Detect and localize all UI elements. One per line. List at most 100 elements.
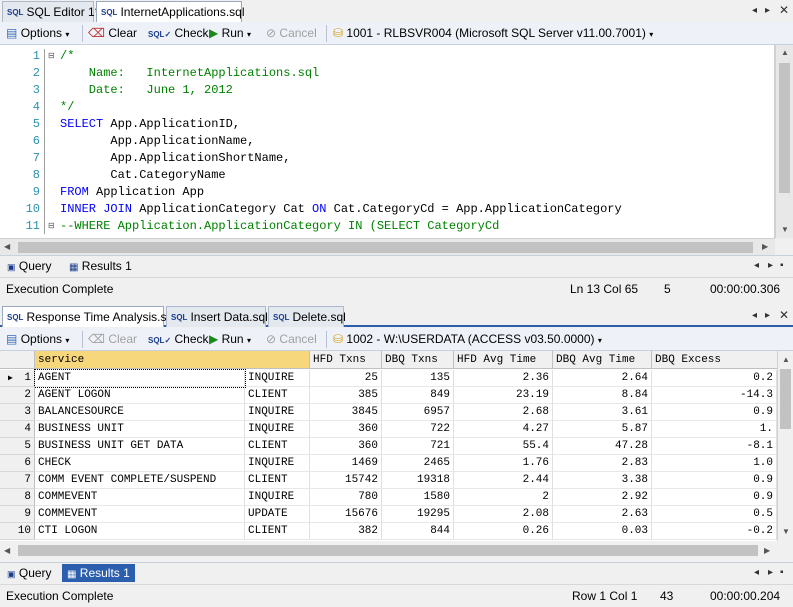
tab-scroll-right-icon[interactable]: ▸	[768, 567, 773, 578]
scroll-right-icon[interactable]: ▶	[762, 242, 768, 251]
scroll-down-icon[interactable]: ▼	[781, 225, 789, 234]
row-number[interactable]: 8	[0, 489, 35, 506]
check-button[interactable]: SQL✓ Check	[148, 25, 209, 42]
connection-selector[interactable]: ⛁ 1002 - W:\USERDATA (ACCESS v03.50.0000…	[333, 331, 602, 348]
cell-type[interactable]: INQUIRE	[245, 404, 310, 421]
cell-service[interactable]: BUSINESS UNIT GET DATA	[35, 438, 245, 455]
row-number[interactable]: 4	[0, 421, 35, 438]
cell-type[interactable]: INQUIRE	[245, 489, 310, 506]
scroll-thumb[interactable]	[18, 545, 758, 556]
clear-button[interactable]: ⌫ Clear	[88, 331, 137, 348]
row-number[interactable]: 10	[0, 523, 35, 540]
scroll-thumb[interactable]	[18, 242, 753, 253]
cell-hfd-txns[interactable]: 360	[310, 438, 382, 455]
tab-scroll-right-icon[interactable]: ▸	[768, 260, 773, 271]
cell-dbq-txns[interactable]: 721	[382, 438, 454, 455]
tab-sql-editor-1[interactable]: SQL SQL Editor 1*	[2, 1, 99, 22]
cell-hfd-txns[interactable]: 15676	[310, 506, 382, 523]
row-number[interactable]: 2	[0, 387, 35, 404]
cell-hfd-txns[interactable]: 360	[310, 421, 382, 438]
cell-dbq-avg-time[interactable]: 0.03	[553, 523, 652, 540]
scroll-up-icon[interactable]: ▲	[782, 355, 790, 364]
cell-service[interactable]: AGENT LOGON	[35, 387, 245, 404]
cell-hfd-txns[interactable]: 1469	[310, 455, 382, 472]
cancel-button[interactable]: ⊘ Cancel	[266, 331, 317, 348]
cell-dbq-txns[interactable]: 844	[382, 523, 454, 540]
cell-dbq-txns[interactable]: 1580	[382, 489, 454, 506]
row-number[interactable]: 7	[0, 472, 35, 489]
cell-hfd-txns[interactable]: 3845	[310, 404, 382, 421]
tab-query[interactable]: ▣ Query	[2, 257, 57, 275]
collapse-icon[interactable]: ⊟	[48, 221, 55, 230]
cell-dbq-avg-time[interactable]: 3.38	[553, 472, 652, 489]
cell-dbq-excess[interactable]: 0.9	[652, 489, 777, 506]
cell-dbq-txns[interactable]: 722	[382, 421, 454, 438]
close-icon[interactable]: ▪	[780, 260, 784, 271]
cell-hfd-avg-time[interactable]: 2.36	[454, 370, 553, 387]
grid-horizontal-scrollbar[interactable]: ◀ ▶	[0, 541, 793, 561]
scroll-thumb[interactable]	[779, 63, 790, 193]
options-button[interactable]: ▤ Options ▾	[6, 331, 69, 348]
clear-button[interactable]: ⌫ Clear	[88, 25, 137, 42]
cancel-button[interactable]: ⊘ Cancel	[266, 25, 317, 42]
tab-scroll-right-icon[interactable]: ▸	[765, 5, 770, 16]
cell-hfd-txns[interactable]: 25	[310, 370, 382, 387]
tab-insert-data[interactable]: SQL Insert Data.sql	[166, 306, 268, 327]
tab-results-1[interactable]: ▦ Results 1	[64, 257, 137, 275]
cell-dbq-avg-time[interactable]: 3.61	[553, 404, 652, 421]
column-header-dbq-avg-time[interactable]: DBQ Avg Time	[553, 351, 652, 369]
cell-type[interactable]: INQUIRE	[245, 455, 310, 472]
scroll-up-icon[interactable]: ▲	[781, 48, 789, 57]
cell-dbq-txns[interactable]: 849	[382, 387, 454, 404]
cell-type[interactable]: CLIENT	[245, 387, 310, 404]
row-number[interactable]: 6	[0, 455, 35, 472]
cell-dbq-avg-time[interactable]: 5.87	[553, 421, 652, 438]
editor-vertical-scrollbar[interactable]: ▲ ▼	[775, 45, 793, 238]
tab-delete[interactable]: SQL Delete.sql	[268, 306, 346, 327]
cell-dbq-txns[interactable]: 135	[382, 370, 454, 387]
cell-hfd-avg-time[interactable]: 2.68	[454, 404, 553, 421]
cell-service[interactable]: AGENT	[34, 369, 246, 388]
column-header-dbq-excess[interactable]: DBQ Excess	[652, 351, 777, 369]
tab-scroll-left-icon[interactable]: ◂	[754, 260, 759, 271]
check-button[interactable]: SQL✓ Check	[148, 331, 209, 348]
connection-selector[interactable]: ⛁ 1001 - RLBSVR004 (Microsoft SQL Server…	[333, 25, 653, 42]
cell-dbq-avg-time[interactable]: 2.92	[553, 489, 652, 506]
row-number[interactable]: 5	[0, 438, 35, 455]
results-grid[interactable]: service HFD Txns DBQ Txns HFD Avg Time D…	[0, 351, 777, 541]
cell-hfd-avg-time[interactable]: 0.26	[454, 523, 553, 540]
cell-hfd-txns[interactable]: 385	[310, 387, 382, 404]
cell-dbq-excess[interactable]: 0.5	[652, 506, 777, 523]
cell-dbq-excess[interactable]: 0.9	[652, 472, 777, 489]
cell-dbq-excess[interactable]: 0.2	[652, 370, 777, 387]
cell-service[interactable]: BUSINESS UNIT	[35, 421, 245, 438]
row-number[interactable]: 9	[0, 506, 35, 523]
scroll-right-icon[interactable]: ▶	[764, 546, 770, 555]
cell-hfd-avg-time[interactable]: 4.27	[454, 421, 553, 438]
cell-hfd-avg-time[interactable]: 1.76	[454, 455, 553, 472]
cell-service[interactable]: COMM EVENT COMPLETE/SUSPEND	[35, 472, 245, 489]
column-header-dbq-txns[interactable]: DBQ Txns	[382, 351, 454, 369]
cell-dbq-avg-time[interactable]: 2.64	[553, 370, 652, 387]
scroll-left-icon[interactable]: ◀	[4, 546, 10, 555]
cell-hfd-txns[interactable]: 780	[310, 489, 382, 506]
grid-vertical-scrollbar[interactable]: ▲ ▼	[777, 351, 793, 541]
cell-dbq-excess[interactable]: -8.1	[652, 438, 777, 455]
tab-query[interactable]: ▣ Query	[2, 564, 57, 582]
run-button[interactable]: ▶ Run ▾	[209, 331, 251, 348]
cell-dbq-avg-time[interactable]: 2.63	[553, 506, 652, 523]
cell-type[interactable]: CLIENT	[245, 523, 310, 540]
scroll-down-icon[interactable]: ▼	[782, 527, 790, 536]
collapse-icon[interactable]: ⊟	[48, 51, 55, 60]
column-header-service[interactable]: service	[35, 351, 310, 369]
cell-hfd-avg-time[interactable]: 55.4	[454, 438, 553, 455]
cell-dbq-excess[interactable]: -14.3	[652, 387, 777, 404]
close-icon[interactable]: ✕	[779, 308, 789, 322]
cell-dbq-avg-time[interactable]: 8.84	[553, 387, 652, 404]
cell-dbq-txns[interactable]: 19295	[382, 506, 454, 523]
cell-service[interactable]: BALANCESOURCE	[35, 404, 245, 421]
scroll-thumb[interactable]	[780, 369, 791, 429]
cell-type[interactable]: CLIENT	[245, 438, 310, 455]
cell-type[interactable]: INQUIRE	[245, 370, 310, 387]
cell-dbq-avg-time[interactable]: 2.83	[553, 455, 652, 472]
